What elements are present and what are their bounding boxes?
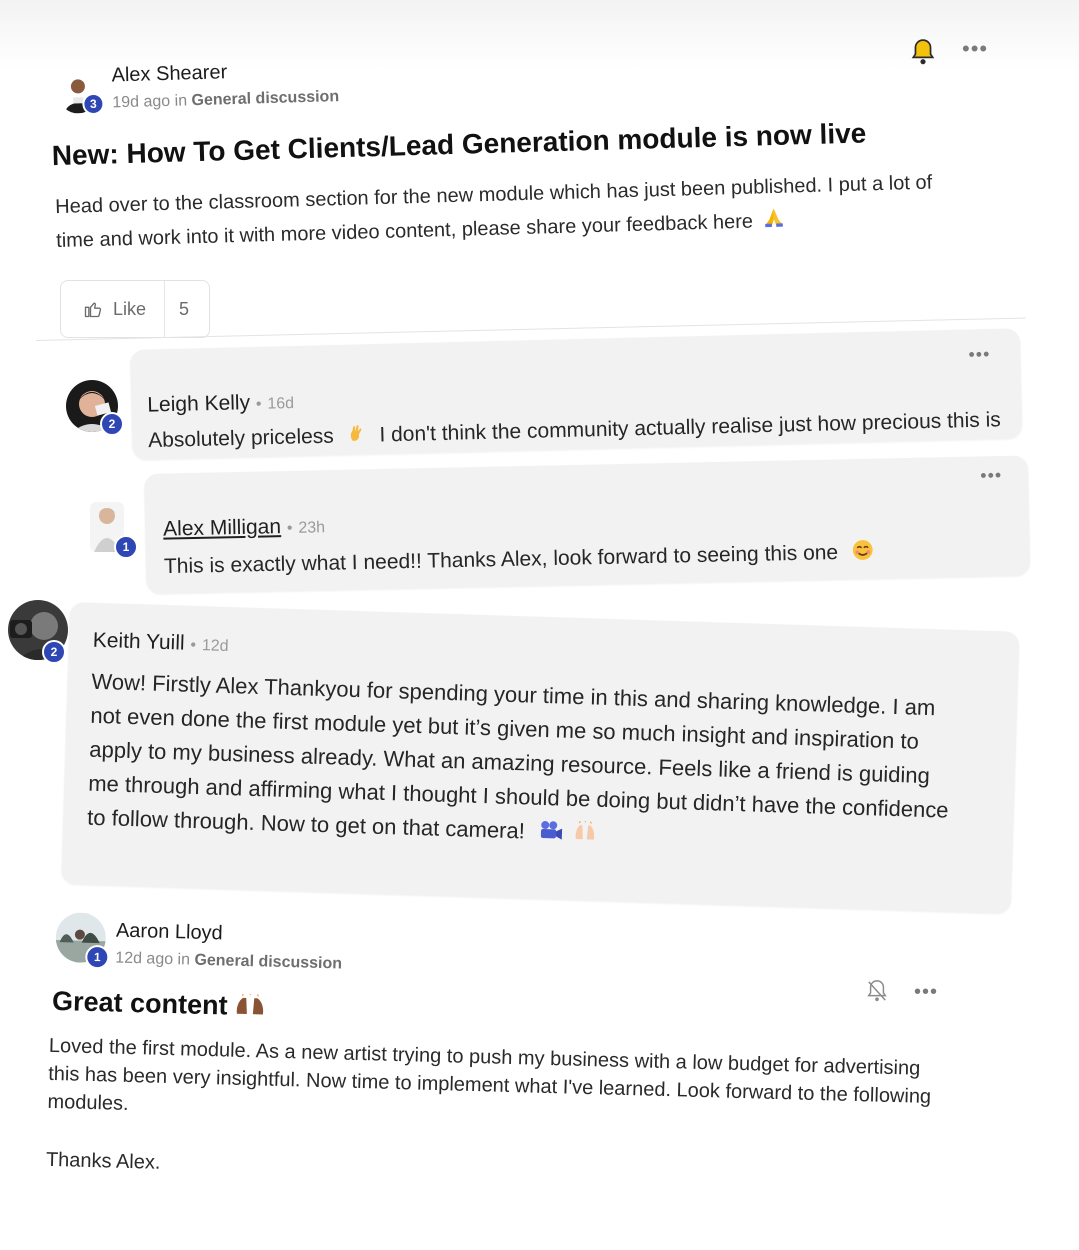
comment-author-name[interactable]: Alex Milligan [163, 515, 281, 540]
comment-text-part: Absolutely priceless [147, 424, 335, 453]
level-badge: 1 [114, 535, 138, 559]
commenter-avatar[interactable]: 1 [90, 502, 138, 559]
post-title[interactable]: New: How To Get Clients/Lead Generation … [51, 117, 866, 172]
like-button[interactable]: Like [61, 281, 165, 337]
comment-author: Keith Yuill • 12d [92, 629, 229, 657]
level-badge: 2 [42, 640, 66, 664]
comment-bubble: ••• Alex Milligan • 23h This is exactly … [144, 455, 1031, 594]
like-label: Like [113, 298, 147, 319]
comment-text-part: I don't think the community actually rea… [379, 408, 1001, 447]
commenter-avatar[interactable]: 2 [66, 380, 124, 436]
raising-hands-emoji [572, 817, 597, 852]
level-badge: 3 [82, 92, 105, 116]
post-more-options-icon[interactable]: ••• [914, 982, 938, 1002]
comment-author: Leigh Kelly • 16d [147, 390, 294, 418]
comment-separator: • [255, 395, 262, 413]
post-body: Loved the first module. As a new artist … [46, 1032, 933, 1197]
ok-hand-emoji [347, 422, 366, 450]
post-author-name[interactable]: Alex Shearer [111, 61, 227, 87]
post-title[interactable]: Great content [52, 986, 266, 1024]
post-card: ••• 3 Alex Shearer 19d ago in General di… [0, 0, 1079, 350]
avatar[interactable]: 1 [55, 912, 110, 970]
post-time: 12d ago in [115, 949, 191, 969]
post-meta: 12d ago in General discussion [115, 950, 342, 974]
commenter-avatar[interactable]: 2 [8, 600, 68, 664]
level-badge: 1 [84, 944, 110, 970]
like-count[interactable]: 5 [165, 299, 189, 320]
post-category-link[interactable]: General discussion [194, 952, 342, 973]
level-badge: 2 [100, 412, 124, 436]
post-author-name[interactable]: Aaron Lloyd [116, 920, 223, 946]
comment-more-options-icon[interactable]: ••• [980, 465, 1002, 485]
raising-hands-emoji [235, 992, 266, 1024]
post-title-text: Great content [51, 985, 229, 1021]
thumbs-up-icon [84, 302, 102, 318]
post-meta: 19d ago in General discussion [112, 88, 339, 112]
comment-time: 23h [298, 519, 326, 537]
post-card: 1 Aaron Lloyd 12d ago in General discuss… [0, 900, 1079, 1200]
comment-author: Alex Milligan • 23h [163, 514, 325, 541]
folded-hands-emoji [762, 204, 785, 239]
comment-time: 16d [267, 395, 295, 413]
movie-camera-emoji [538, 816, 563, 851]
comment-text-part: This is exactly what I need!! Thanks Ale… [163, 541, 839, 579]
comment-author-name[interactable]: Leigh Kelly [147, 391, 250, 417]
post-category-link[interactable]: General discussion [191, 88, 339, 109]
comment-time: 12d [201, 637, 229, 655]
comment-text: This is exactly what I need!! Thanks Ale… [164, 539, 875, 582]
bell-off-icon[interactable] [866, 978, 888, 1004]
comment-more-options-icon[interactable]: ••• [968, 344, 990, 365]
comment-separator: • [286, 519, 293, 538]
comment-separator: • [190, 636, 197, 654]
avatar[interactable]: 3 [57, 72, 105, 116]
post-time: 19d ago in [112, 92, 188, 112]
like-control: Like 5 [60, 280, 210, 338]
post-body: Head over to the classroom section for t… [55, 163, 1017, 258]
comment-bubble: ••• Leigh Kelly • 16d Absolutely pricele… [130, 328, 1023, 460]
comment-bubble: Keith Yuill • 12d Wow! Firstly Alex Than… [61, 602, 1020, 914]
smiling-face-emoji [852, 539, 875, 567]
comment-text: Wow! Firstly Alex Thankyou for spending … [87, 665, 953, 863]
comment-author-name[interactable]: Keith Yuill [92, 629, 185, 655]
